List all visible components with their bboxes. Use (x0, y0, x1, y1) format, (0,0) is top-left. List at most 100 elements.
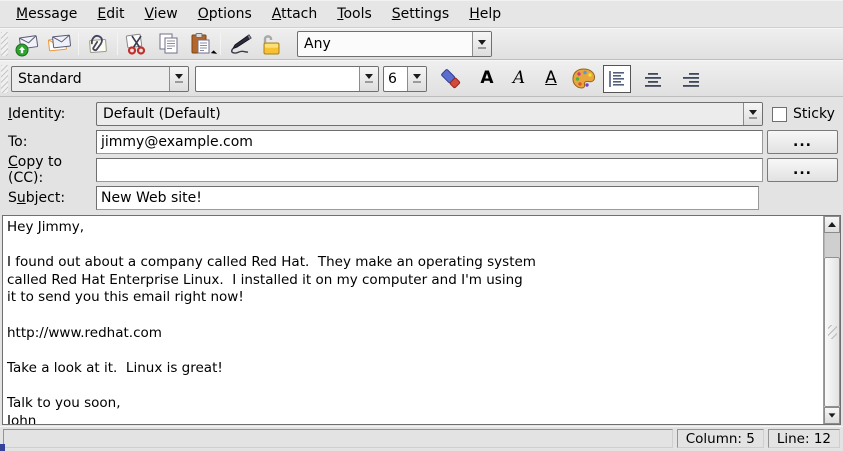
font-family-dropdown[interactable] (195, 66, 379, 92)
encrypt-lock-icon (259, 31, 285, 57)
underline-button[interactable]: A (535, 65, 567, 93)
underline-icon: A (545, 70, 557, 87)
cc-row: Copy to (CC): ... (0, 156, 843, 184)
scrollbar-thumb[interactable] (824, 257, 840, 407)
thumb-grip (828, 325, 837, 339)
toolbar-grip[interactable] (1, 65, 8, 93)
italic-button[interactable]: A (503, 65, 535, 93)
queue-mail-button[interactable] (43, 30, 75, 58)
attach-file-button[interactable] (82, 30, 114, 58)
toolbar-main: Any (0, 28, 843, 60)
menu-view[interactable]: View (135, 3, 188, 25)
sticky-checkbox[interactable] (772, 107, 787, 122)
message-body-text[interactable]: Hey Jimmy, I found out about a company c… (3, 216, 823, 424)
security-dropdown-value: Any (298, 32, 472, 56)
attach-file-icon (85, 31, 111, 57)
font-family-button[interactable] (359, 67, 378, 91)
align-center-icon (643, 69, 663, 89)
arrow-down-icon (829, 413, 836, 417)
copy-button[interactable] (153, 30, 185, 58)
cc-input[interactable] (96, 158, 763, 182)
copy-icon (156, 31, 182, 57)
paste-button[interactable] (185, 30, 217, 58)
eraser-icon (438, 66, 464, 92)
chevron-down-icon (478, 40, 486, 45)
chevron-down-icon (175, 74, 183, 79)
align-center-button[interactable] (637, 65, 669, 93)
toolbar-grip[interactable] (1, 32, 8, 56)
chevron-down-icon (365, 74, 373, 79)
send-mail-icon (14, 31, 40, 57)
statusbar: Column: 5 Line: 12 (0, 426, 843, 451)
identity-dropdown[interactable]: Default (Default) (96, 102, 763, 126)
scroll-up-button[interactable] (824, 216, 840, 233)
message-headers: Identity: Default (Default) Sticky To: j… (0, 97, 843, 214)
subject-row: Subject: New Web site! (0, 184, 843, 212)
paragraph-style-button[interactable] (169, 67, 188, 91)
identity-dropdown-button[interactable] (743, 103, 762, 125)
menu-help[interactable]: Help (459, 3, 511, 25)
font-size-value: 6 (384, 67, 407, 91)
to-value: jimmy@example.com (101, 134, 253, 150)
menubar: Message Edit View Options Attach Tools S… (0, 1, 843, 28)
to-row: To: jimmy@example.com ... (0, 128, 843, 156)
menu-edit[interactable]: Edit (87, 3, 134, 25)
align-right-icon (681, 69, 701, 89)
bold-icon: A (480, 70, 493, 87)
menu-tools[interactable]: Tools (327, 3, 382, 25)
encrypt-button[interactable] (256, 30, 288, 58)
scroll-down-button[interactable] (824, 407, 840, 424)
toolbar-separator (220, 33, 221, 55)
text-color-button[interactable] (567, 65, 599, 93)
paragraph-style-value: Standard (12, 67, 169, 91)
security-dropdown[interactable]: Any (297, 31, 492, 57)
to-label: To: (8, 134, 96, 150)
to-address-picker-button[interactable]: ... (767, 130, 838, 154)
send-mail-button[interactable] (11, 30, 43, 58)
cut-icon (124, 31, 150, 57)
sign-button[interactable] (224, 30, 256, 58)
message-body-editor: Hey Jimmy, I found out about a company c… (2, 215, 841, 425)
subject-label: Subject: (8, 190, 96, 206)
font-family-value (196, 67, 359, 91)
align-left-button[interactable] (603, 65, 631, 93)
italic-icon: A (513, 70, 525, 87)
identity-label: Identity: (8, 106, 96, 122)
menu-settings[interactable]: Settings (382, 3, 459, 25)
queue-mail-icon (46, 31, 72, 57)
status-line-panel: Line: 12 (768, 429, 840, 448)
toolbar-separator (117, 33, 118, 55)
compose-window: Message Edit View Options Attach Tools S… (0, 0, 843, 451)
sticky-option: Sticky (772, 106, 835, 122)
subject-input[interactable]: New Web site! (96, 186, 759, 210)
font-size-dropdown[interactable]: 6 (383, 66, 427, 92)
arrow-up-icon (828, 222, 836, 227)
cut-button[interactable] (121, 30, 153, 58)
toolbar-format: Standard 6 A A A (0, 60, 843, 97)
chevron-down-icon (413, 74, 421, 79)
cc-address-picker-button[interactable]: ... (767, 158, 838, 182)
sign-pen-icon (227, 31, 253, 57)
cc-label: Copy to (CC): (8, 154, 96, 186)
sticky-label: Sticky (793, 106, 835, 122)
align-right-button[interactable] (675, 65, 707, 93)
toolbar-separator (78, 33, 79, 55)
paragraph-style-dropdown[interactable]: Standard (11, 66, 189, 92)
identity-value: Default (Default) (97, 103, 743, 125)
vertical-scrollbar[interactable] (823, 216, 840, 424)
menu-attach[interactable]: Attach (262, 3, 327, 25)
status-message-panel (3, 429, 673, 448)
status-column-panel: Column: 5 (677, 429, 764, 448)
window-corner-accent (0, 444, 5, 451)
bold-button[interactable]: A (471, 65, 503, 93)
menu-options[interactable]: Options (188, 3, 262, 25)
remove-format-button[interactable] (435, 65, 467, 93)
font-size-button[interactable] (407, 67, 426, 91)
scrollbar-trough[interactable] (824, 233, 840, 257)
subject-value: New Web site! (101, 190, 202, 206)
menu-message[interactable]: Message (6, 3, 87, 25)
chevron-down-icon (749, 110, 757, 115)
to-input[interactable]: jimmy@example.com (96, 130, 763, 154)
align-left-icon (607, 69, 627, 89)
security-dropdown-button[interactable] (472, 32, 491, 56)
